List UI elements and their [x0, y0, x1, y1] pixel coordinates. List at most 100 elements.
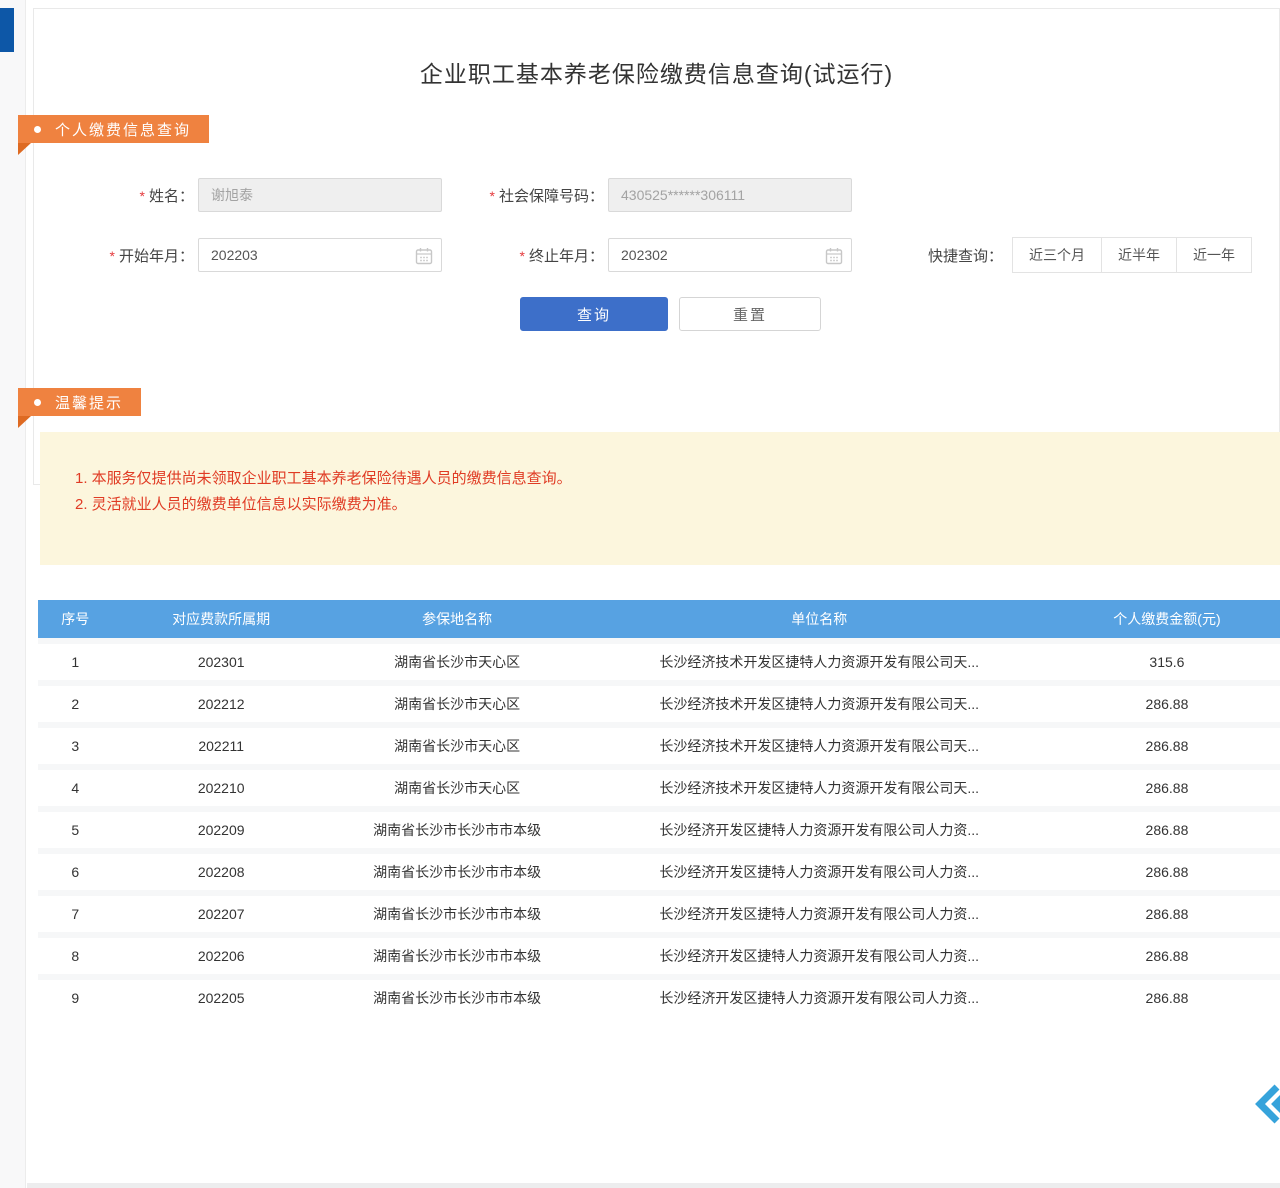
column-header-employer: 单位名称: [584, 609, 1053, 629]
table-cell: 315.6: [1054, 654, 1280, 670]
start-month-label: *开始年月：: [88, 245, 194, 266]
reset-button[interactable]: 重置: [679, 297, 821, 331]
end-month-field-group: *终止年月： 202302: [452, 238, 852, 272]
table-cell: 202209: [113, 822, 330, 838]
table-cell: 202205: [113, 990, 330, 1006]
table-cell: 202207: [113, 906, 330, 922]
start-month-field-group: *开始年月： 202203: [88, 238, 442, 272]
search-button[interactable]: 查询: [520, 297, 668, 331]
table-cell: 长沙经济开发区捷特人力资源开发有限公司人力资...: [584, 988, 1053, 1008]
table-cell: 286.88: [1054, 780, 1280, 796]
table-row: 5202209湖南省长沙市长沙市市本级长沙经济开发区捷特人力资源开发有限公司人力…: [38, 806, 1280, 848]
column-header-index: 序号: [38, 609, 113, 629]
name-label: *姓名：: [88, 185, 194, 206]
table-cell: 长沙经济开发区捷特人力资源开发有限公司人力资...: [584, 820, 1053, 840]
table-cell: 286.88: [1054, 990, 1280, 1006]
table-cell: 湖南省长沙市天心区: [330, 736, 585, 756]
table-cell: 286.88: [1054, 948, 1280, 964]
name-field-group: *姓名： 谢旭泰: [88, 178, 442, 212]
required-asterisk: *: [520, 248, 525, 264]
name-value: 谢旭泰: [211, 185, 253, 205]
notice-box: 1. 本服务仅提供尚未领取企业职工基本养老保险待遇人员的缴费信息查询。 2. 灵…: [40, 432, 1280, 565]
table-cell: 4: [38, 780, 113, 796]
table-cell: 286.88: [1054, 822, 1280, 838]
end-month-value: 202302: [621, 247, 668, 263]
table-cell: 3: [38, 738, 113, 754]
collapse-double-chevron-icon[interactable]: [1253, 1082, 1280, 1126]
table-cell: 1: [38, 654, 113, 670]
bullet-icon: [34, 399, 41, 406]
table-cell: 湖南省长沙市长沙市市本级: [330, 820, 585, 840]
ssn-value: 430525******306111: [621, 187, 745, 203]
table-cell: 长沙经济技术开发区捷特人力资源开发有限公司天...: [584, 778, 1053, 798]
table-cell: 长沙经济开发区捷特人力资源开发有限公司人力资...: [584, 946, 1053, 966]
section-badge-personal-query: 个人缴费信息查询: [18, 115, 209, 143]
column-header-amount: 个人缴费金额(元): [1054, 609, 1280, 629]
table-cell: 长沙经济开发区捷特人力资源开发有限公司人力资...: [584, 862, 1053, 882]
table-row: 1202301湖南省长沙市天心区长沙经济技术开发区捷特人力资源开发有限公司天..…: [38, 638, 1280, 680]
sidebar-accent-block: [0, 8, 14, 52]
table-cell: 2: [38, 696, 113, 712]
table-row: 9202205湖南省长沙市长沙市市本级长沙经济开发区捷特人力资源开发有限公司人力…: [38, 974, 1280, 1016]
table-cell: 长沙经济开发区捷特人力资源开发有限公司人力资...: [584, 904, 1053, 924]
column-header-region: 参保地名称: [330, 609, 585, 629]
screen: 企业职工基本养老保险缴费信息查询(试运行) 个人缴费信息查询 *姓名： 谢旭泰 …: [0, 0, 1280, 1188]
table-cell: 286.88: [1054, 696, 1280, 712]
notice-line: 1. 本服务仅提供尚未领取企业职工基本养老保险待遇人员的缴费信息查询。: [75, 466, 1250, 492]
column-header-period: 对应费款所属期: [113, 609, 330, 629]
table-row: 3202211湖南省长沙市天心区长沙经济技术开发区捷特人力资源开发有限公司天..…: [38, 722, 1280, 764]
table-cell: 9: [38, 990, 113, 1006]
notice-line: 2. 灵活就业人员的缴费单位信息以实际缴费为准。: [75, 492, 1250, 518]
table-cell: 长沙经济技术开发区捷特人力资源开发有限公司天...: [584, 694, 1053, 714]
quick-halfyear-button[interactable]: 近半年: [1101, 237, 1177, 273]
required-asterisk: *: [110, 248, 115, 264]
quick-3months-button[interactable]: 近三个月: [1012, 237, 1102, 273]
ssn-input[interactable]: 430525******306111: [608, 178, 852, 212]
table-row: 8202206湖南省长沙市长沙市市本级长沙经济开发区捷特人力资源开发有限公司人力…: [38, 932, 1280, 974]
table-cell: 湖南省长沙市长沙市市本级: [330, 904, 585, 924]
table-cell: 8: [38, 948, 113, 964]
table-cell: 202210: [113, 780, 330, 796]
left-sidebar-strip: [0, 0, 26, 1188]
table-row: 6202208湖南省长沙市长沙市市本级长沙经济开发区捷特人力资源开发有限公司人力…: [38, 848, 1280, 890]
table-cell: 286.88: [1054, 864, 1280, 880]
bottom-bar: [27, 1183, 1280, 1188]
end-month-label: *终止年月：: [452, 245, 604, 266]
start-month-input[interactable]: 202203: [198, 238, 442, 272]
table-cell: 202211: [113, 738, 330, 754]
table-cell: 湖南省长沙市天心区: [330, 778, 585, 798]
required-asterisk: *: [490, 188, 495, 204]
bullet-icon: [34, 126, 41, 133]
table-row: 4202210湖南省长沙市天心区长沙经济技术开发区捷特人力资源开发有限公司天..…: [38, 764, 1280, 806]
required-asterisk: *: [140, 188, 145, 204]
table-row: 7202207湖南省长沙市长沙市市本级长沙经济开发区捷特人力资源开发有限公司人力…: [38, 890, 1280, 932]
table-cell: 202301: [113, 654, 330, 670]
section-badge-tips: 温馨提示: [18, 388, 141, 416]
table-body: 1202301湖南省长沙市天心区长沙经济技术开发区捷特人力资源开发有限公司天..…: [38, 638, 1280, 1016]
table-cell: 长沙经济技术开发区捷特人力资源开发有限公司天...: [584, 652, 1053, 672]
table-cell: 286.88: [1054, 738, 1280, 754]
ssn-label: *社会保障号码：: [452, 185, 604, 206]
end-month-input[interactable]: 202302: [608, 238, 852, 272]
table-cell: 长沙经济技术开发区捷特人力资源开发有限公司天...: [584, 736, 1053, 756]
table-cell: 202208: [113, 864, 330, 880]
table-cell: 湖南省长沙市长沙市市本级: [330, 946, 585, 966]
table-row: 2202212湖南省长沙市天心区长沙经济技术开发区捷特人力资源开发有限公司天..…: [38, 680, 1280, 722]
table-cell: 202212: [113, 696, 330, 712]
table-cell: 6: [38, 864, 113, 880]
section-badge-label: 个人缴费信息查询: [55, 119, 191, 140]
table-cell: 湖南省长沙市长沙市市本级: [330, 862, 585, 882]
start-month-value: 202203: [211, 247, 258, 263]
calendar-icon: [415, 247, 433, 265]
quick-query-label: 快捷查询：: [928, 245, 1003, 266]
table-cell: 202206: [113, 948, 330, 964]
name-input[interactable]: 谢旭泰: [198, 178, 442, 212]
quick-1year-button[interactable]: 近一年: [1176, 237, 1252, 273]
table-cell: 7: [38, 906, 113, 922]
page-title: 企业职工基本养老保险缴费信息查询(试运行): [34, 55, 1279, 89]
table-cell: 286.88: [1054, 906, 1280, 922]
table-cell: 5: [38, 822, 113, 838]
table-header-row: 序号 对应费款所属期 参保地名称 单位名称 个人缴费金额(元): [38, 600, 1280, 638]
ssn-field-group: *社会保障号码： 430525******306111: [452, 178, 852, 212]
table-cell: 湖南省长沙市天心区: [330, 652, 585, 672]
